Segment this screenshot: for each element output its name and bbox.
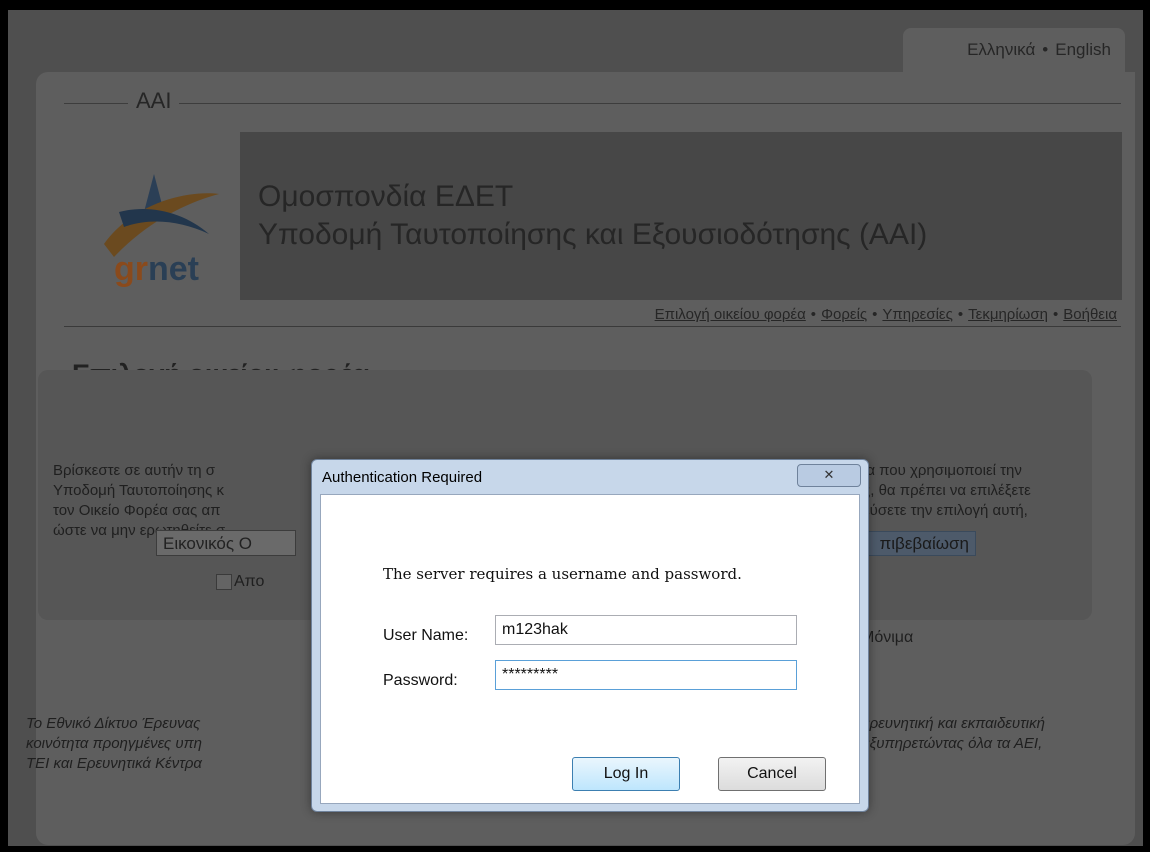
- logo-text-gr: gr: [114, 250, 148, 288]
- footer-text-line: εξυπηρετώντας όλα τα ΑΕΙ,: [863, 735, 1043, 752]
- section-divider: [64, 103, 1121, 104]
- remember-checkbox-label: Απο: [234, 573, 265, 590]
- home-org-select[interactable]: Εικονικός Ο: [156, 530, 296, 556]
- intro-text-line: Υποδομή Ταυτοποίησης κ: [53, 482, 224, 499]
- nav-separator: •: [1053, 306, 1059, 323]
- grnet-logo[interactable]: grnet: [64, 132, 240, 300]
- auth-dialog: Authentication Required ✕ The server req…: [311, 459, 869, 812]
- nav-item-help[interactable]: Βοήθεια: [1063, 306, 1117, 323]
- close-button[interactable]: ✕: [797, 464, 861, 487]
- dialog-title: Authentication Required: [322, 469, 483, 486]
- language-switch: Ελληνικά • English: [967, 40, 1111, 60]
- site-header: Ομοσπονδία ΕΔΕΤ Υποδομή Ταυτοποίησης και…: [240, 132, 1122, 300]
- nav-item-choose-home-org[interactable]: Επιλογή οικείου φορέα: [655, 306, 806, 323]
- browser-viewport: Ελληνικά • English AAI grnet Ομοσπονδία ΕΔ…: [8, 10, 1143, 846]
- footer-text-line: ΤΕΙ και Ερευνητικά Κέντρα: [26, 755, 202, 772]
- close-icon: ✕: [823, 467, 835, 482]
- intro-text-line: Βρίσκεστε σε αυτήν τη σ: [53, 462, 215, 479]
- logo-text-net: net: [148, 250, 199, 288]
- password-label: Password:: [383, 672, 458, 689]
- section-label: AAI: [128, 88, 180, 114]
- username-label: User Name:: [383, 627, 469, 644]
- language-tab: Ελληνικά • English: [903, 28, 1125, 76]
- login-button[interactable]: Log In: [572, 757, 680, 791]
- auth-message: The server requires a username and passw…: [383, 565, 742, 583]
- dialog-body: The server requires a username and passw…: [320, 494, 860, 804]
- site-title-line1: Ομοσπονδία ΕΔΕΤ: [258, 180, 514, 213]
- footer-text-line: ερευνητική και εκπαιδευτική: [863, 715, 1045, 732]
- remember-checkbox[interactable]: [216, 574, 232, 590]
- footer-text-line: Το Εθνικό Δίκτυο Έρευνας: [26, 715, 201, 732]
- nav-item-services[interactable]: Υπηρεσίες: [882, 306, 952, 323]
- intro-text-line: εύσετε την επιλογή αυτή,: [863, 502, 1028, 519]
- nav-bar: Επιλογή οικείου φορέα • Φορείς • Υπηρεσίες • Τ…: [64, 300, 1121, 327]
- nav-separator: •: [957, 306, 964, 323]
- nav-separator: •: [872, 306, 878, 323]
- intro-text-line: ς, θα πρέπει να επιλέξετε: [863, 482, 1031, 499]
- nav-item-organizations[interactable]: Φορείς: [821, 306, 867, 323]
- password-input[interactable]: [495, 660, 797, 690]
- cancel-button[interactable]: Cancel: [718, 757, 826, 791]
- intro-text-line: τον Οικείο Φορέα σας απ: [53, 502, 221, 519]
- lang-separator: •: [1042, 40, 1049, 59]
- nav-links: Επιλογή οικείου φορέα • Φορείς • Υπηρεσίες • Τ…: [655, 306, 1117, 323]
- intro-text-line: ία που χρησιμοποιεί την: [863, 462, 1022, 479]
- site-title-line2: Υποδομή Ταυτοποίησης και Εξουσιοδότησης …: [258, 218, 928, 251]
- lang-english-link[interactable]: English: [1055, 40, 1111, 59]
- nav-item-documentation[interactable]: Τεκμηρίωση: [968, 306, 1048, 323]
- footer-text-line: κοινότητα προηγμένες υπη: [26, 735, 202, 752]
- nav-separator: •: [810, 306, 817, 323]
- lang-greek-link[interactable]: Ελληνικά: [967, 40, 1035, 59]
- username-input[interactable]: [495, 615, 797, 645]
